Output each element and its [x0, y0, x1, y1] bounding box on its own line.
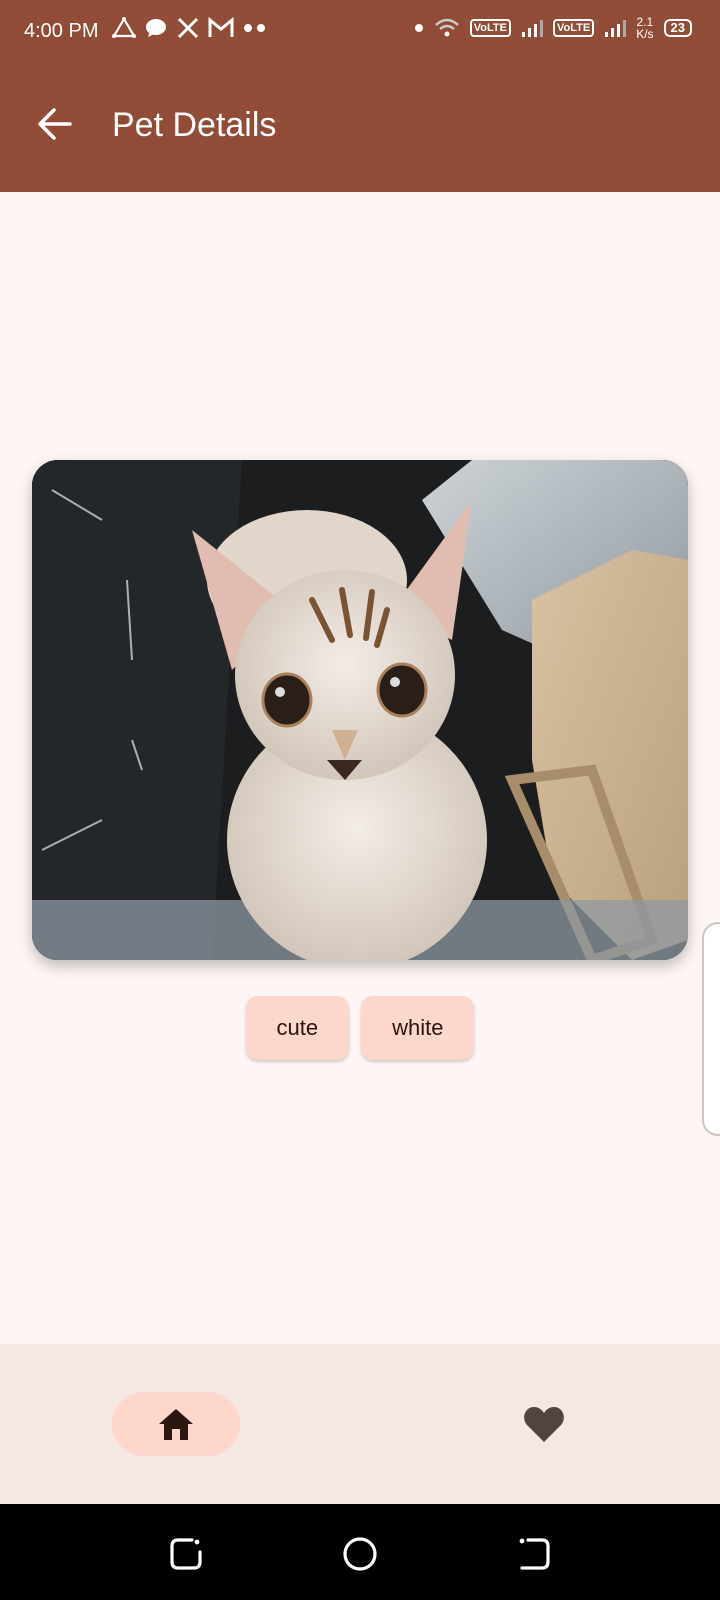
volte-badge-2: VoLTE [552, 19, 595, 37]
chat-bubble-icon [146, 19, 166, 37]
status-time: 4:00 PM [24, 20, 99, 42]
more-dots-icon [244, 24, 265, 32]
heart-icon [524, 1407, 564, 1442]
top-app-bar: 4:00 PM VoLTE VoLTE 2.1 K/s 23 Pet Detai… [0, 0, 720, 192]
page-title: Pet Details [112, 106, 277, 144]
x-icon [177, 17, 199, 39]
dot-icon [414, 24, 423, 32]
bottom-navigation-bar [0, 1344, 720, 1504]
back-icon[interactable] [514, 1534, 554, 1574]
nav-favorites-tab[interactable] [512, 1392, 576, 1456]
nav-home-tab[interactable] [112, 1392, 240, 1456]
status-bar: 4:00 PM VoLTE VoLTE 2.1 K/s 23 [0, 0, 720, 64]
recents-icon[interactable] [166, 1534, 206, 1574]
arrow-back-icon[interactable] [34, 104, 74, 144]
triangle-app-icon [112, 16, 136, 38]
pet-photo [32, 460, 688, 960]
system-status-icons: VoLTE VoLTE 2.1 K/s 23 [414, 16, 692, 40]
net-speed-unit: K/s [636, 27, 654, 41]
cat-image [32, 460, 688, 960]
system-navigation-bar [0, 1504, 720, 1600]
edge-panel-handle[interactable] [702, 922, 720, 1136]
tag-chip-cute[interactable]: cute [245, 996, 350, 1060]
tag-chip-white[interactable]: white [361, 996, 475, 1060]
gmail-icon [208, 17, 234, 37]
home-circle-icon[interactable] [340, 1534, 380, 1574]
notification-icons [112, 16, 268, 40]
wifi-icon [434, 18, 459, 37]
signal-icon-2 [605, 20, 627, 37]
battery-indicator: 23 [663, 19, 692, 37]
net-speed: 2.1 K/s [636, 16, 653, 40]
volte-badge-1: VoLTE [469, 19, 511, 37]
home-icon [159, 1409, 193, 1440]
signal-icon-1 [521, 20, 543, 37]
tag-chip-group: cute white [0, 996, 720, 1060]
